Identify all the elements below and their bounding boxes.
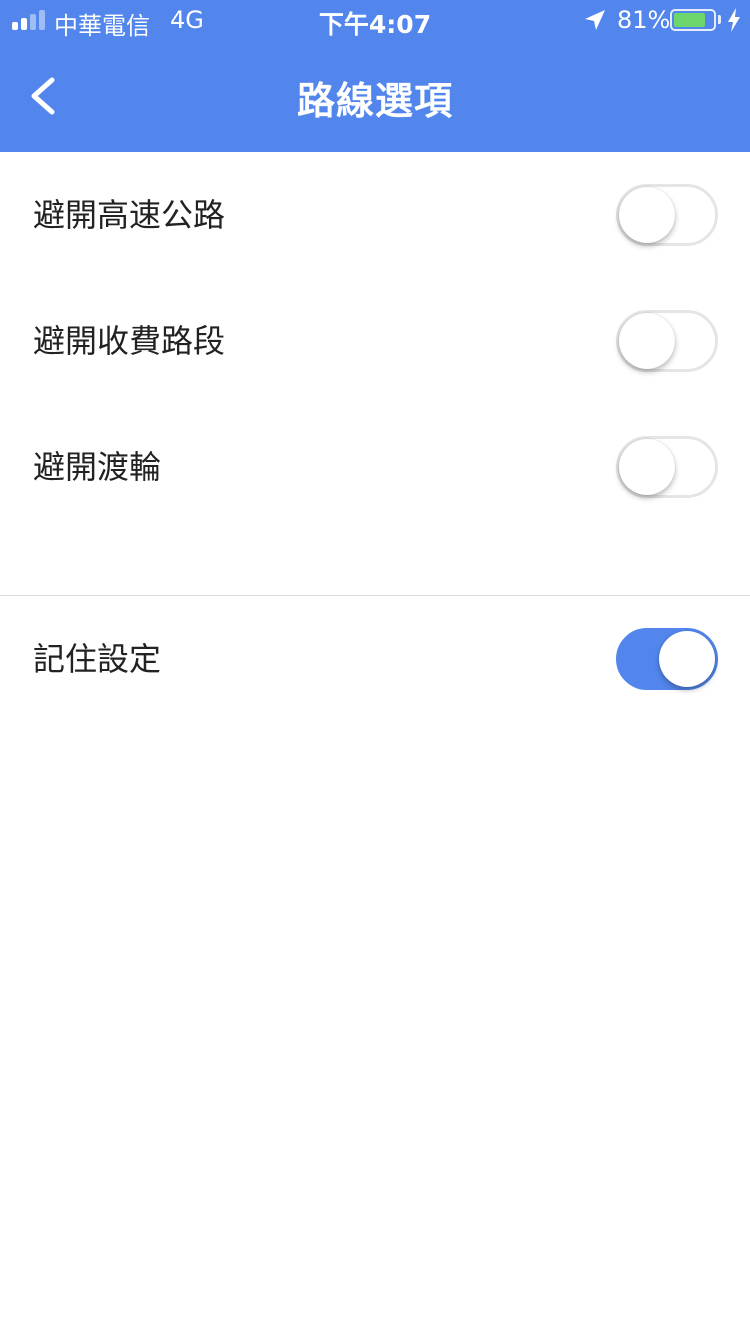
option-row-avoid-tolls: 避開收費路段 <box>0 278 750 404</box>
option-label: 記住設定 <box>33 640 162 678</box>
remember-settings-toggle[interactable] <box>616 628 718 690</box>
header: 中華電信 4G 下午4:07 81% 路線選項 <box>0 0 750 152</box>
option-row-remember-settings: 記住設定 <box>0 596 750 722</box>
battery-tip <box>718 15 721 24</box>
option-label: 避開高速公路 <box>33 196 226 234</box>
avoid-tolls-toggle[interactable] <box>616 310 718 372</box>
option-row-avoid-ferries: 避開渡輪 <box>0 404 750 530</box>
charging-bolt-icon <box>728 8 740 32</box>
toggle-knob <box>619 313 675 369</box>
toggle-knob <box>659 631 715 687</box>
avoid-highways-toggle[interactable] <box>616 184 718 246</box>
battery-icon <box>670 9 716 31</box>
option-label: 避開渡輪 <box>33 448 162 486</box>
battery-percent: 81% <box>617 6 671 34</box>
toggle-knob <box>619 439 675 495</box>
navigation-bar: 路線選項 <box>0 40 750 152</box>
battery-level <box>674 13 705 27</box>
option-label: 避開收費路段 <box>33 322 226 360</box>
avoid-ferries-toggle[interactable] <box>616 436 718 498</box>
route-options-screen: 中華電信 4G 下午4:07 81% 路線選項 避開高速公路 避開收費路段 避開… <box>0 0 750 1334</box>
toggle-knob <box>619 187 675 243</box>
page-title: 路線選項 <box>296 79 453 123</box>
option-row-avoid-highways: 避開高速公路 <box>0 152 750 278</box>
location-arrow-icon <box>585 10 605 30</box>
status-bar: 中華電信 4G 下午4:07 81% <box>0 0 750 40</box>
